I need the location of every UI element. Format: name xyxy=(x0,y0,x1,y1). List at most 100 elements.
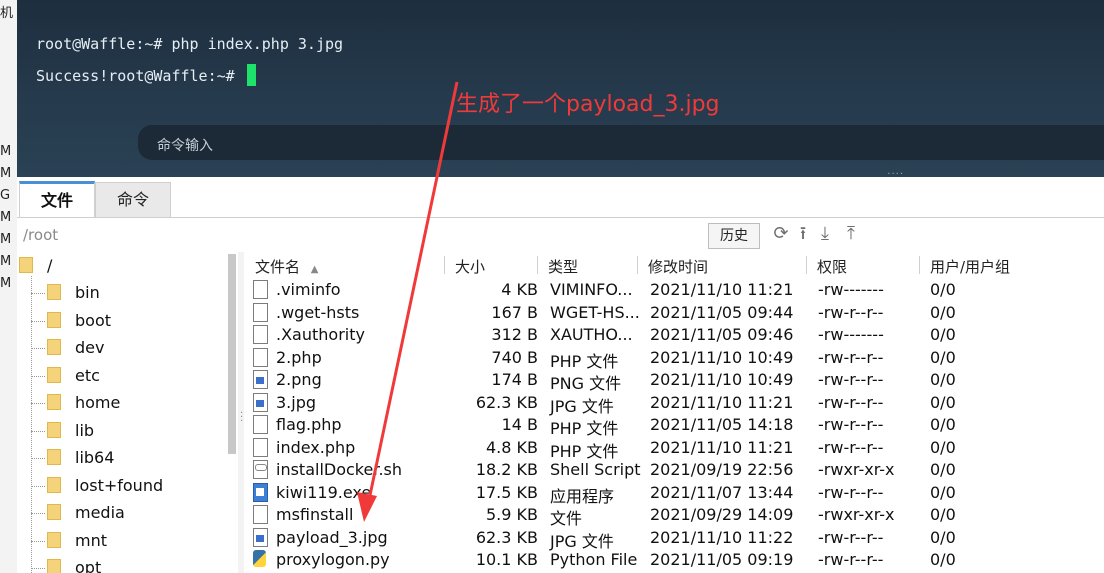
column-header-owner[interactable]: 用户/用户组 xyxy=(930,256,1010,277)
file-name: kiwi119.exe xyxy=(276,482,372,502)
file-name: .Xauthority xyxy=(276,325,365,344)
column-divider[interactable] xyxy=(537,256,538,274)
upload-icon[interactable]: ⭱ xyxy=(793,224,813,244)
terminal-line-text: Success!root@Waffle:~# xyxy=(36,67,244,85)
folder-icon xyxy=(19,257,33,273)
file-row[interactable]: payload_3.jpg 62.3 KB JPG 文件 2021/11/10 11:… xyxy=(245,526,1045,551)
path-input[interactable] xyxy=(18,222,711,247)
file-list: 文件名 ▲ 大小 类型 修改时间 权限 用户/用户组 .viminfo 4 KB V… xyxy=(245,252,1104,573)
command-input[interactable]: 命令输入 xyxy=(138,125,1104,160)
tree-connector xyxy=(31,431,45,432)
file-name: msfinstall xyxy=(276,505,354,524)
file-row[interactable]: 2.png 174 B PNG 文件 2021/11/10 10:49 -rw-r--r… xyxy=(245,368,1045,393)
file-owner: 0/0 xyxy=(930,370,956,389)
file-row[interactable]: installDocker.sh 18.2 KB Shell Script 2021/… xyxy=(245,458,1045,480)
directory-tree: / bin boot dev etc home lib lib64 lost+f… xyxy=(17,252,239,573)
folder-icon xyxy=(47,477,61,493)
tree-item-media[interactable]: media xyxy=(47,502,125,524)
tree-item-lost-found[interactable]: lost+found xyxy=(47,475,163,497)
tree-item-lib64[interactable]: lib64 xyxy=(47,447,114,469)
file-type: Shell Script xyxy=(550,460,641,479)
file-name: 3.jpg xyxy=(276,392,317,412)
file-owner: 0/0 xyxy=(930,550,956,569)
file-size: 5.9 KB xyxy=(486,505,538,524)
file-permissions: -rw-r--r-- xyxy=(818,415,884,434)
sort-ascending-icon: ▲ xyxy=(310,264,319,275)
panel-splitter[interactable]: · · · xyxy=(238,252,244,573)
tree-item-dev[interactable]: dev xyxy=(47,337,104,359)
tab-files[interactable]: 文件 xyxy=(19,181,95,217)
tree-item-mnt[interactable]: mnt xyxy=(47,530,107,552)
column-divider[interactable] xyxy=(919,256,920,274)
file-permissions: -rw------- xyxy=(818,280,884,299)
column-divider[interactable] xyxy=(637,256,638,274)
tree-item-lib[interactable]: lib xyxy=(47,420,94,442)
file-row[interactable]: flag.php 14 B PHP 文件 2021/11/05 14:18 -rw-r-… xyxy=(245,413,1045,438)
file-row[interactable]: .viminfo 4 KB VIMINFO... 2021/11/10 11:21 -r… xyxy=(245,278,1045,300)
file-permissions: -rw-r--r-- xyxy=(818,527,884,547)
file-name: installDocker.sh xyxy=(276,460,403,479)
column-header-type[interactable]: 类型 xyxy=(548,256,578,277)
tab-commands[interactable]: 命令 xyxy=(95,182,171,218)
file-owner: 0/0 xyxy=(930,482,956,502)
tree-item-label: home xyxy=(75,393,121,412)
file-permissions: -rw-r--r-- xyxy=(818,437,884,457)
tree-item-bin[interactable]: bin xyxy=(47,282,100,304)
image-file-icon xyxy=(253,370,268,389)
tree-item-label: dev xyxy=(75,338,105,357)
column-header-permissions[interactable]: 权限 xyxy=(817,256,847,277)
command-input-placeholder: 命令输入 xyxy=(157,138,213,154)
tree-item-opt[interactable]: opt xyxy=(47,557,101,573)
file-permissions: -rwxr-xr-x xyxy=(818,460,895,479)
file-permissions: -rw-r--r-- xyxy=(818,392,884,412)
file-row[interactable]: .Xauthority 312 B XAUTHO... 2021/11/05 09:4… xyxy=(245,323,1045,345)
column-divider[interactable] xyxy=(806,256,807,274)
file-owner: 0/0 xyxy=(930,325,956,344)
tree-item-label: lost+found xyxy=(75,476,164,495)
file-permissions: -rw-r--r-- xyxy=(818,482,884,502)
file-modified: 2021/11/05 09:46 xyxy=(650,325,794,344)
file-type: XAUTHO... xyxy=(550,325,633,344)
file-size: 17.5 KB xyxy=(475,482,538,502)
tree-item-etc[interactable]: etc xyxy=(47,365,100,387)
file-size: 4 KB xyxy=(501,280,538,299)
folder-icon xyxy=(47,394,61,410)
file-row[interactable]: .wget-hsts 167 B WGET-HS... 2021/11/05 09:4… xyxy=(245,301,1045,323)
terminal-line: Success!root@Waffle:~# xyxy=(36,64,256,86)
refresh-icon[interactable]: ⟳ xyxy=(771,224,791,244)
file-modified: 2021/11/07 13:44 xyxy=(650,482,794,502)
file-size: 174 B xyxy=(491,370,538,389)
file-permissions: -rw-r--r-- xyxy=(818,550,884,569)
tree-scrollbar[interactable] xyxy=(228,254,236,454)
resize-dots[interactable]: .... xyxy=(887,166,904,177)
history-button[interactable]: 历史 xyxy=(708,223,760,249)
annotation-text: 生成了一个payload_3.jpg xyxy=(456,92,720,117)
file-row[interactable]: index.php 4.8 KB PHP 文件 2021/11/10 11:21 -rw… xyxy=(245,436,1045,461)
column-divider[interactable] xyxy=(444,256,445,274)
file-name: .wget-hsts xyxy=(276,302,360,322)
tree-item-label: media xyxy=(75,503,125,522)
file-owner: 0/0 xyxy=(930,347,956,367)
column-header-name[interactable]: 文件名 ▲ xyxy=(255,256,319,277)
tree-item-boot[interactable]: boot xyxy=(47,310,111,332)
file-icon xyxy=(253,505,268,524)
tree-item-root[interactable]: / xyxy=(19,255,52,277)
file-modified: 2021/09/19 22:56 xyxy=(650,460,794,479)
download-icon[interactable]: ⤓ xyxy=(815,224,835,244)
file-row[interactable]: msfinstall 5.9 KB 文件 2021/09/29 14:09 -rwxr-… xyxy=(245,503,1045,528)
exe-file-icon xyxy=(253,482,268,502)
tree-item-home[interactable]: home xyxy=(47,392,120,414)
column-header-modified[interactable]: 修改时间 xyxy=(648,256,708,277)
file-owner: 0/0 xyxy=(930,280,956,299)
upload-folder-icon[interactable]: ⤒ xyxy=(841,224,861,244)
file-row[interactable]: proxylogon.py 10.1 KB Python File 2021/11/0… xyxy=(245,548,1045,570)
file-row[interactable]: 2.php 740 B PHP 文件 2021/11/10 10:49 -rw-r--r… xyxy=(245,346,1045,371)
column-header-size[interactable]: 大小 xyxy=(455,256,485,277)
file-row[interactable]: 3.jpg 62.3 KB JPG 文件 2021/11/10 11:21 -rw-r-… xyxy=(245,391,1045,416)
tree-connector xyxy=(31,541,45,542)
folder-icon xyxy=(47,532,61,548)
file-icon xyxy=(253,280,268,299)
tree-connector xyxy=(31,403,45,404)
file-row[interactable]: kiwi119.exe 17.5 KB 应用程序 2021/11/07 13:44 -r… xyxy=(245,481,1045,506)
folder-icon xyxy=(47,504,61,520)
